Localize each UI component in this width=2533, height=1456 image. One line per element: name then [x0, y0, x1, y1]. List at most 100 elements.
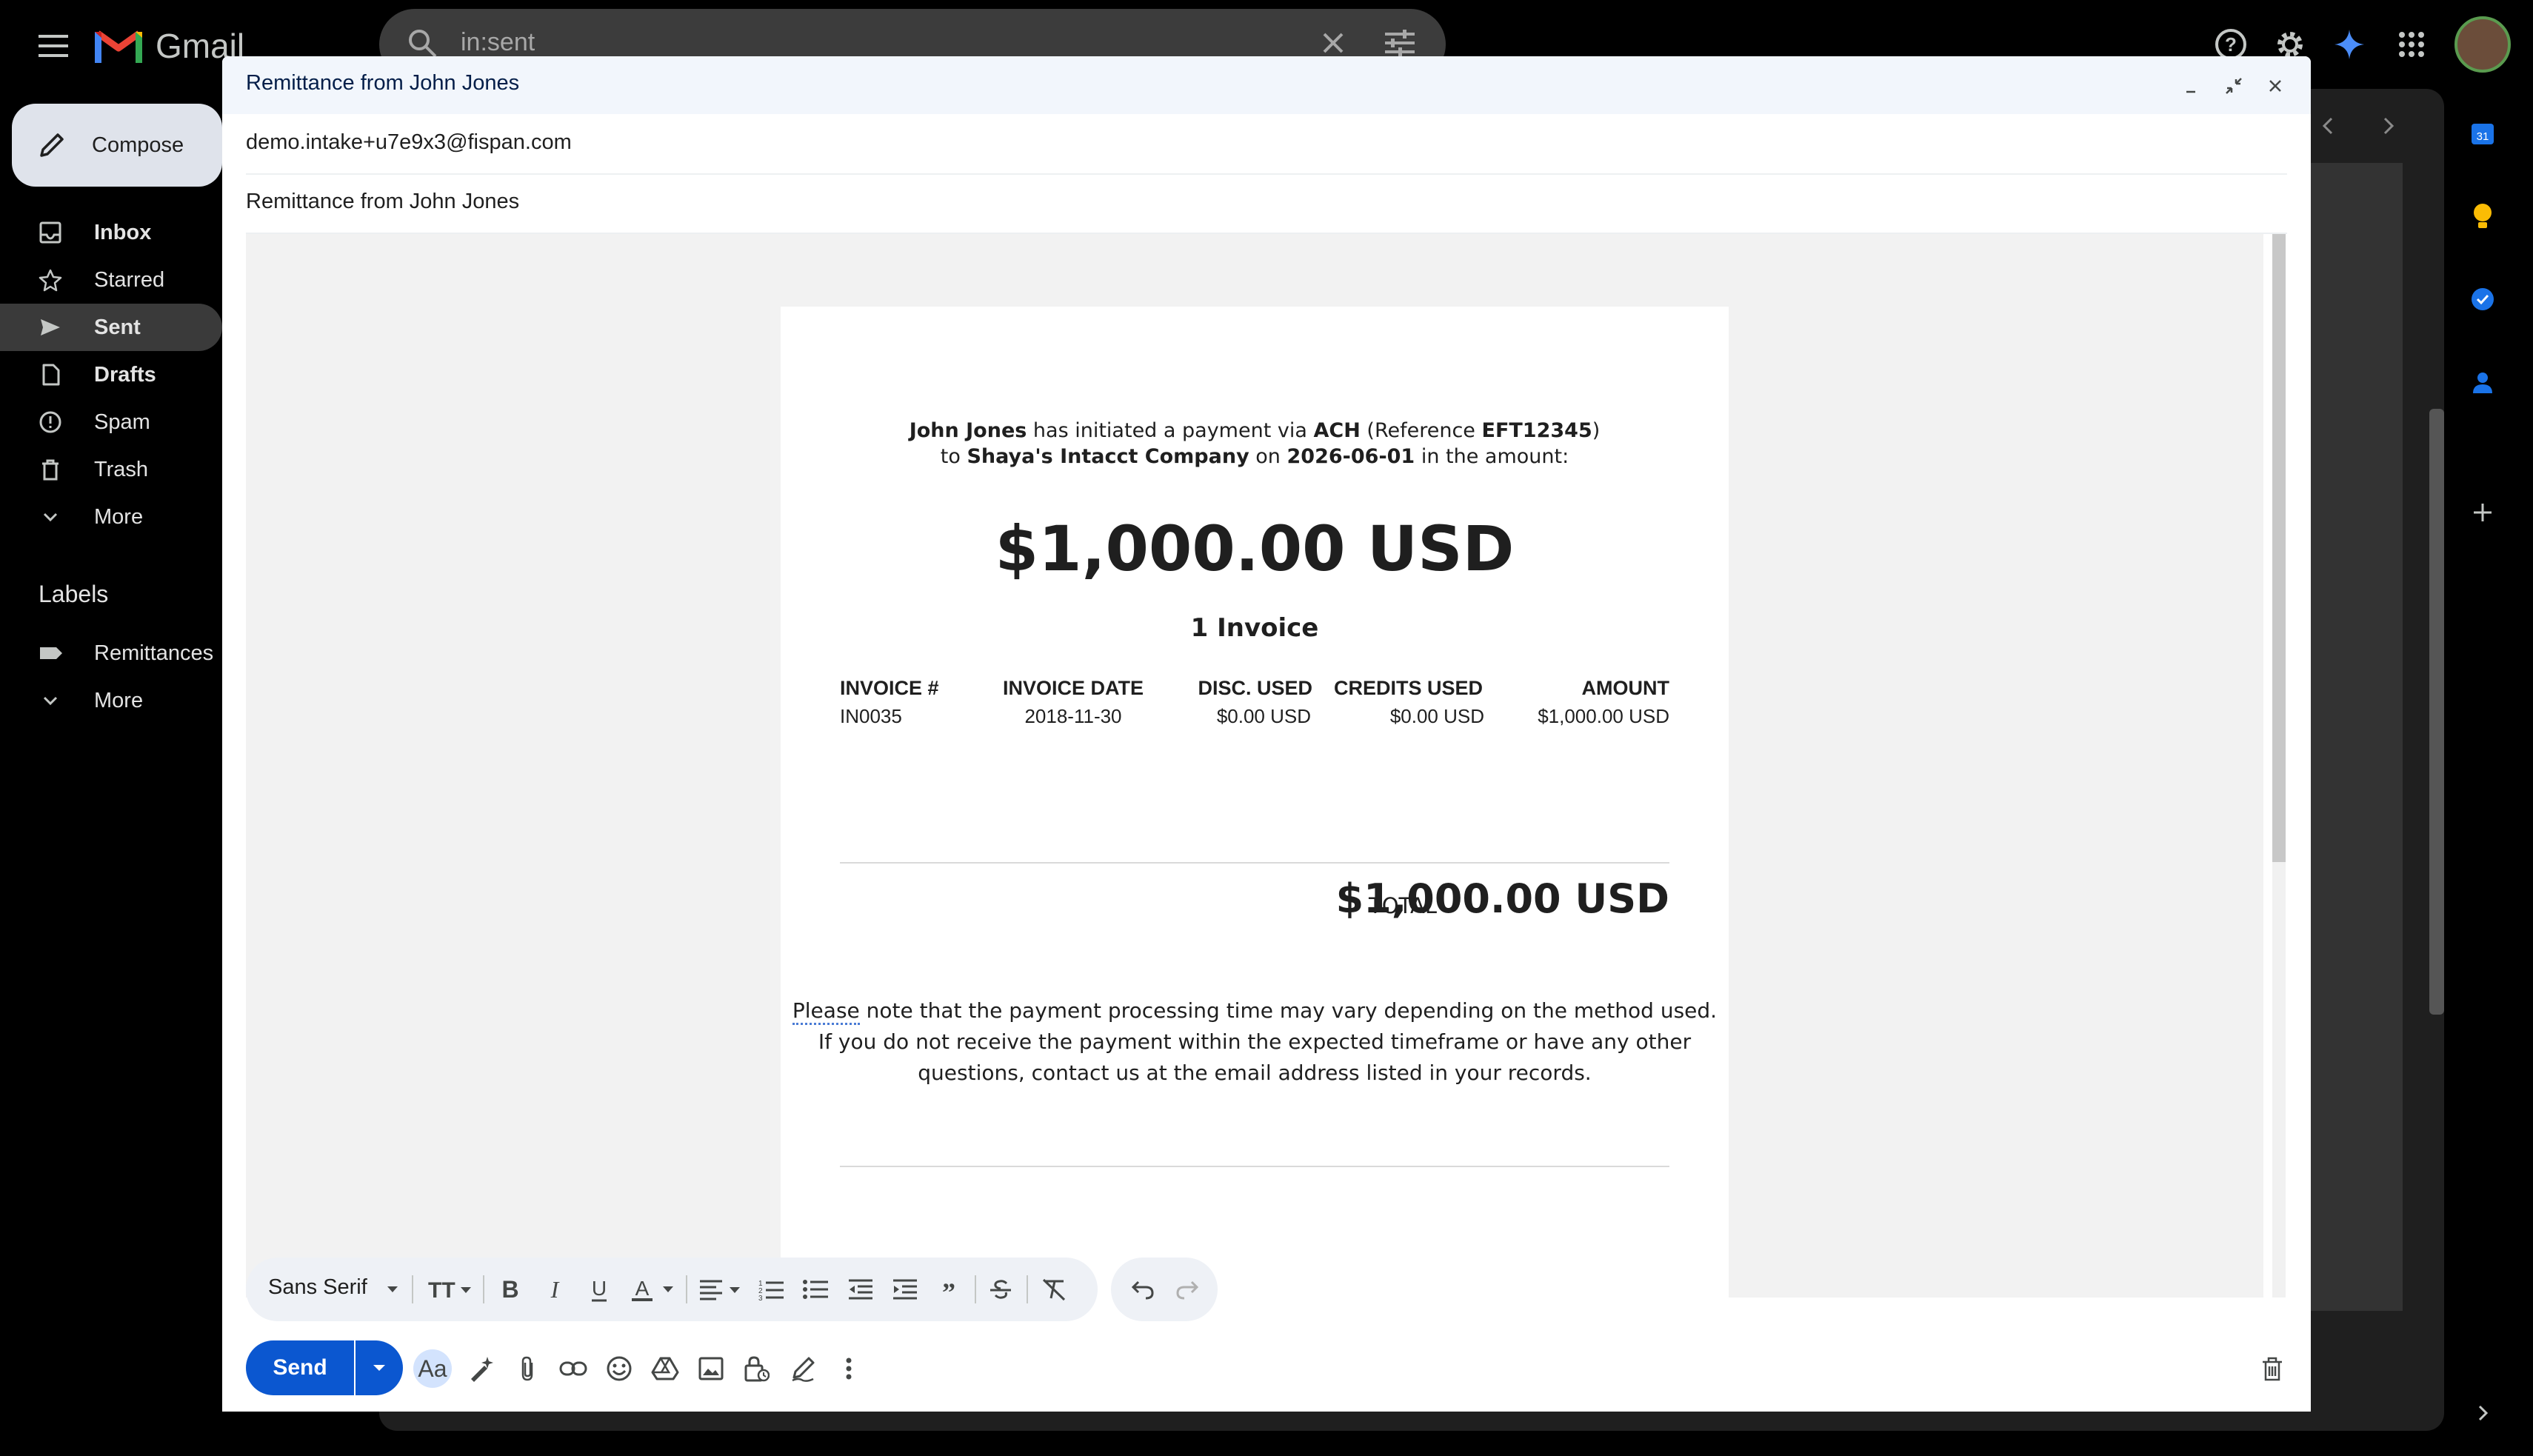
sidebar-item-starred[interactable]: Starred — [0, 256, 222, 304]
close-icon[interactable] — [2259, 70, 2292, 102]
search-input[interactable]: in:sent — [461, 28, 535, 57]
sidebar-item-inbox[interactable]: Inbox — [0, 209, 222, 256]
sidebar-item-label: More — [94, 504, 144, 529]
draft-icon — [39, 363, 62, 387]
sidebar-item-more[interactable]: More — [0, 493, 222, 541]
svg-text:”: ” — [942, 1280, 955, 1298]
svg-text:TT: TT — [428, 1278, 455, 1302]
intro-text: to — [940, 445, 961, 468]
compose-title: Remittance from John Jones — [246, 71, 520, 95]
chevron-down-icon — [39, 505, 62, 529]
insert-signature-icon[interactable] — [784, 1349, 822, 1388]
confidential-mode-icon[interactable] — [738, 1349, 776, 1388]
compose-button[interactable]: Compose — [12, 104, 222, 187]
sidebar-item-drafts[interactable]: Drafts — [0, 351, 222, 398]
redo-icon[interactable] — [1170, 1272, 1204, 1306]
compose-header: Remittance from John Jones — [222, 56, 2311, 114]
minimize-icon[interactable] — [2175, 70, 2207, 102]
toolbar-separator — [975, 1275, 976, 1303]
clear-search-icon[interactable] — [1318, 28, 1348, 58]
intro-text: (Reference — [1366, 419, 1475, 442]
keep-icon[interactable] — [2462, 196, 2503, 237]
text-color-icon[interactable]: A — [627, 1272, 678, 1306]
formatting-options-icon[interactable]: Aa — [413, 1349, 452, 1388]
subject-input[interactable]: Remittance from John Jones — [246, 190, 519, 214]
contacts-icon[interactable] — [2462, 361, 2503, 403]
underline-icon[interactable]: U — [582, 1272, 616, 1306]
numbered-list-icon[interactable]: 123 — [754, 1272, 788, 1306]
payer-name: John Jones — [909, 419, 1027, 442]
body-scrollbar-thumb[interactable] — [2272, 234, 2286, 862]
gmail-m-icon — [95, 30, 142, 63]
insert-emoji-icon[interactable] — [600, 1349, 638, 1388]
divider — [840, 862, 1669, 864]
svg-text:B: B — [501, 1277, 518, 1302]
exit-fullscreen-icon[interactable] — [2217, 70, 2250, 102]
toolbar-separator — [686, 1275, 687, 1303]
calendar-icon[interactable]: 31 — [2462, 113, 2503, 154]
subject-field[interactable]: Remittance from John Jones — [246, 173, 2287, 234]
insert-link-icon[interactable] — [554, 1349, 593, 1388]
add-addon-icon[interactable] — [2462, 492, 2503, 533]
google-drive-icon[interactable] — [646, 1349, 684, 1388]
payment-note: Please note that the payment processing … — [781, 995, 1729, 1089]
gemini-sparkle-icon[interactable] — [2326, 21, 2373, 68]
send-icon — [39, 315, 62, 339]
search-icon[interactable] — [406, 27, 438, 59]
discard-draft-icon[interactable] — [2253, 1349, 2292, 1388]
bold-icon[interactable]: B — [493, 1272, 527, 1306]
expand-panel-icon[interactable] — [2462, 1392, 2503, 1434]
strikethrough-icon[interactable] — [984, 1272, 1018, 1306]
table-cell-amount: $1,000.00 USD — [1538, 705, 1669, 727]
insert-photo-icon[interactable] — [692, 1349, 730, 1388]
message-body[interactable]: John Jones has initiated a payment via A… — [246, 234, 2263, 1298]
attach-file-icon[interactable] — [508, 1349, 547, 1388]
search-options-icon[interactable] — [1384, 28, 1416, 58]
indent-less-icon[interactable] — [843, 1272, 877, 1306]
font-family-select[interactable]: Sans Serif — [268, 1275, 367, 1300]
italic-icon[interactable]: I — [538, 1272, 572, 1306]
bulleted-list-icon[interactable] — [798, 1272, 832, 1306]
sidebar-item-label: More — [94, 688, 144, 712]
toolbar-separator — [412, 1275, 413, 1303]
label-icon — [39, 641, 64, 665]
spellcheck-word[interactable]: Please — [792, 998, 860, 1025]
prev-page-icon[interactable] — [2314, 111, 2343, 141]
to-recipient[interactable]: demo.intake+u7e9x3@fispan.com — [246, 130, 572, 155]
account-avatar[interactable] — [2454, 16, 2511, 73]
tasks-icon[interactable] — [2462, 278, 2503, 320]
align-icon[interactable] — [696, 1272, 745, 1306]
font-size-icon[interactable]: TT — [421, 1272, 477, 1306]
panel-scrollbar[interactable] — [2429, 409, 2444, 1015]
note-line: questions, contact us at the email addre… — [918, 1061, 1592, 1085]
apps-grid-icon[interactable] — [2388, 21, 2435, 68]
compose-dialog: Remittance from John Jones demo.intake+u… — [222, 56, 2311, 1412]
more-options-icon[interactable] — [830, 1349, 868, 1388]
next-page-icon[interactable] — [2373, 111, 2403, 141]
sidebar-item-label: Remittances — [94, 641, 214, 665]
sidebar-item-trash[interactable]: Trash — [0, 446, 222, 493]
inbox-icon — [39, 221, 62, 244]
invoice-count: 1 Invoice — [1190, 613, 1319, 643]
sidebar-item-sent[interactable]: Sent — [0, 304, 222, 351]
intro-text: has initiated a payment via — [1032, 419, 1307, 442]
undo-icon[interactable] — [1126, 1272, 1160, 1306]
sidebar-label-remittances[interactable]: Remittances — [0, 630, 222, 677]
indent-more-icon[interactable] — [887, 1272, 921, 1306]
pencil-icon — [40, 133, 64, 157]
font-dropdown-icon[interactable] — [382, 1272, 403, 1306]
quote-icon[interactable]: ” — [932, 1272, 966, 1306]
history-toolbar — [1111, 1258, 1218, 1321]
main-menu-icon[interactable] — [33, 25, 74, 67]
toolbar-separator — [1027, 1275, 1028, 1303]
formatting-toolbar: Sans Serif TT B I U A 123 ” — [246, 1258, 1098, 1321]
to-field[interactable]: demo.intake+u7e9x3@fispan.com — [246, 114, 2287, 175]
remove-formatting-icon[interactable] — [1037, 1272, 1071, 1306]
chevron-down-icon — [373, 1365, 385, 1371]
sidebar-item-spam[interactable]: Spam — [0, 398, 222, 446]
send-button[interactable]: Send — [246, 1340, 354, 1395]
svg-text:I: I — [550, 1277, 560, 1302]
schedule-send-dropdown[interactable] — [356, 1340, 403, 1395]
sidebar-labels-more[interactable]: More — [0, 677, 222, 724]
help-me-write-icon[interactable] — [462, 1349, 501, 1388]
